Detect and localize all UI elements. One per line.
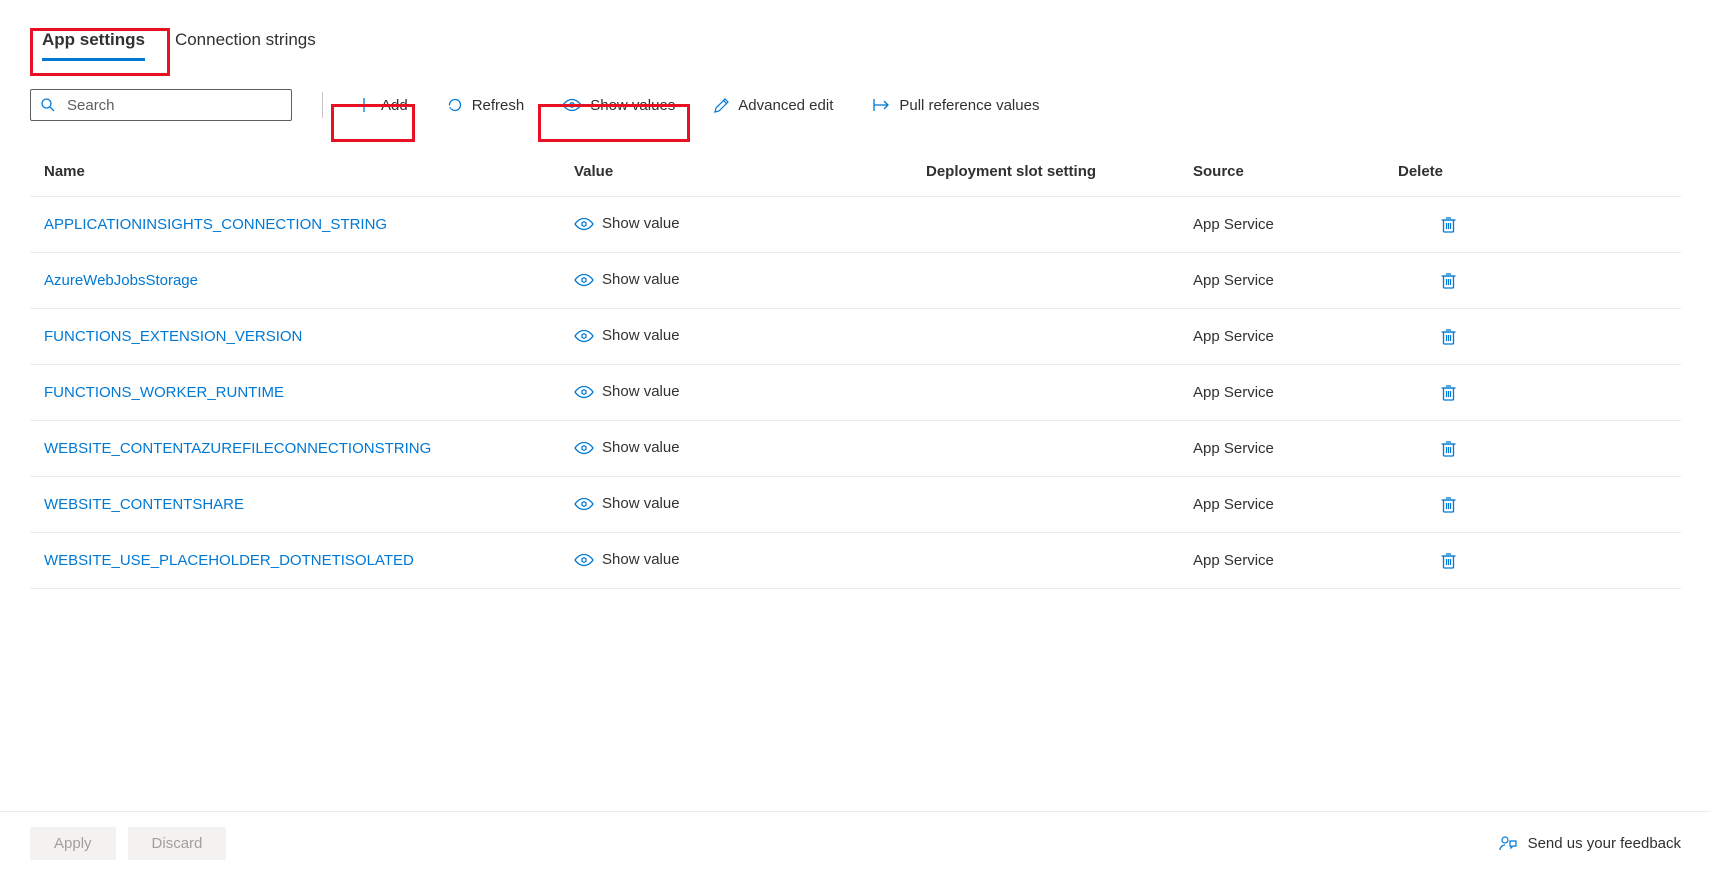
source-cell: App Service <box>1193 552 1398 569</box>
show-value-button[interactable]: Show value <box>574 271 680 288</box>
show-value-label: Show value <box>602 327 680 344</box>
table-row: WEBSITE_CONTENTAZUREFILECONNECTIONSTRING… <box>30 421 1681 477</box>
show-value-label: Show value <box>602 215 680 232</box>
column-header-value[interactable]: Value <box>574 163 926 180</box>
setting-name-link[interactable]: WEBSITE_CONTENTAZUREFILECONNECTIONSTRING <box>44 440 574 457</box>
column-header-deployment-slot[interactable]: Deployment slot setting <box>926 163 1193 180</box>
add-button[interactable]: Add <box>349 92 414 118</box>
tab-connection-strings[interactable]: Connection strings <box>175 30 316 61</box>
column-header-source[interactable]: Source <box>1193 163 1398 180</box>
eye-icon <box>562 98 582 112</box>
show-value-button[interactable]: Show value <box>574 327 680 344</box>
column-header-delete: Delete <box>1398 163 1498 180</box>
pull-icon <box>871 97 891 113</box>
show-value-button[interactable]: Show value <box>574 439 680 456</box>
apply-button[interactable]: Apply <box>30 827 116 860</box>
advanced-edit-button[interactable]: Advanced edit <box>707 93 839 118</box>
source-cell: App Service <box>1193 216 1398 233</box>
eye-icon <box>574 441 594 455</box>
delete-button[interactable] <box>1440 551 1457 570</box>
setting-name-link[interactable]: APPLICATIONINSIGHTS_CONNECTION_STRING <box>44 216 574 233</box>
setting-name-link[interactable]: WEBSITE_CONTENTSHARE <box>44 496 574 513</box>
refresh-label: Refresh <box>472 97 525 114</box>
delete-button[interactable] <box>1440 495 1457 514</box>
delete-button[interactable] <box>1440 439 1457 458</box>
show-value-button[interactable]: Show value <box>574 551 680 568</box>
footer-bar: Apply Discard Send us your feedback <box>0 811 1711 875</box>
pencil-icon <box>713 97 730 114</box>
source-cell: App Service <box>1193 384 1398 401</box>
eye-icon <box>574 385 594 399</box>
eye-icon <box>574 217 594 231</box>
show-value-label: Show value <box>602 439 680 456</box>
eye-icon <box>574 329 594 343</box>
table-row: APPLICATIONINSIGHTS_CONNECTION_STRING Sho… <box>30 197 1681 253</box>
show-value-label: Show value <box>602 271 680 288</box>
table-header-row: Name Value Deployment slot setting Sourc… <box>30 163 1681 197</box>
discard-button[interactable]: Discard <box>128 827 227 860</box>
setting-name-link[interactable]: WEBSITE_USE_PLACEHOLDER_DOTNETISOLATED <box>44 552 574 569</box>
source-cell: App Service <box>1193 272 1398 289</box>
delete-button[interactable] <box>1440 215 1457 234</box>
show-value-button[interactable]: Show value <box>574 495 680 512</box>
column-header-name[interactable]: Name <box>44 163 574 180</box>
search-input[interactable] <box>30 89 292 121</box>
table-row: WEBSITE_CONTENTSHARE Show value App Servic… <box>30 477 1681 533</box>
source-cell: App Service <box>1193 440 1398 457</box>
pull-reference-label: Pull reference values <box>899 97 1039 114</box>
send-feedback-label: Send us your feedback <box>1528 835 1681 852</box>
toolbar: Add Refresh Show values Advanced edit Pu… <box>30 89 1681 121</box>
source-cell: App Service <box>1193 328 1398 345</box>
show-value-label: Show value <box>602 495 680 512</box>
search-wrapper <box>30 89 292 121</box>
show-value-label: Show value <box>602 383 680 400</box>
show-value-button[interactable]: Show value <box>574 383 680 400</box>
tab-bar: App settings Connection strings <box>30 30 1681 61</box>
feedback-icon <box>1498 834 1518 854</box>
show-value-button[interactable]: Show value <box>574 215 680 232</box>
toolbar-divider <box>322 92 323 118</box>
add-label: Add <box>381 97 408 114</box>
eye-icon <box>574 553 594 567</box>
search-icon <box>40 97 56 113</box>
setting-name-link[interactable]: AzureWebJobsStorage <box>44 272 574 289</box>
source-cell: App Service <box>1193 496 1398 513</box>
table-row: WEBSITE_USE_PLACEHOLDER_DOTNETISOLATED Sh… <box>30 533 1681 589</box>
refresh-button[interactable]: Refresh <box>440 92 531 118</box>
show-values-button[interactable]: Show values <box>556 93 681 118</box>
delete-button[interactable] <box>1440 327 1457 346</box>
send-feedback-link[interactable]: Send us your feedback <box>1498 834 1681 854</box>
delete-button[interactable] <box>1440 271 1457 290</box>
pull-reference-values-button[interactable]: Pull reference values <box>865 93 1045 118</box>
refresh-icon <box>446 96 464 114</box>
show-value-label: Show value <box>602 551 680 568</box>
setting-name-link[interactable]: FUNCTIONS_WORKER_RUNTIME <box>44 384 574 401</box>
table-row: AzureWebJobsStorage Show value App Service <box>30 253 1681 309</box>
show-values-label: Show values <box>590 97 675 114</box>
delete-button[interactable] <box>1440 383 1457 402</box>
table-body: APPLICATIONINSIGHTS_CONNECTION_STRING Sho… <box>30 197 1681 589</box>
eye-icon <box>574 273 594 287</box>
table-row: FUNCTIONS_WORKER_RUNTIME Show value App Se… <box>30 365 1681 421</box>
table-row: FUNCTIONS_EXTENSION_VERSION Show value App… <box>30 309 1681 365</box>
tab-app-settings[interactable]: App settings <box>42 30 145 61</box>
setting-name-link[interactable]: FUNCTIONS_EXTENSION_VERSION <box>44 328 574 345</box>
plus-icon <box>355 96 373 114</box>
advanced-edit-label: Advanced edit <box>738 97 833 114</box>
eye-icon <box>574 497 594 511</box>
